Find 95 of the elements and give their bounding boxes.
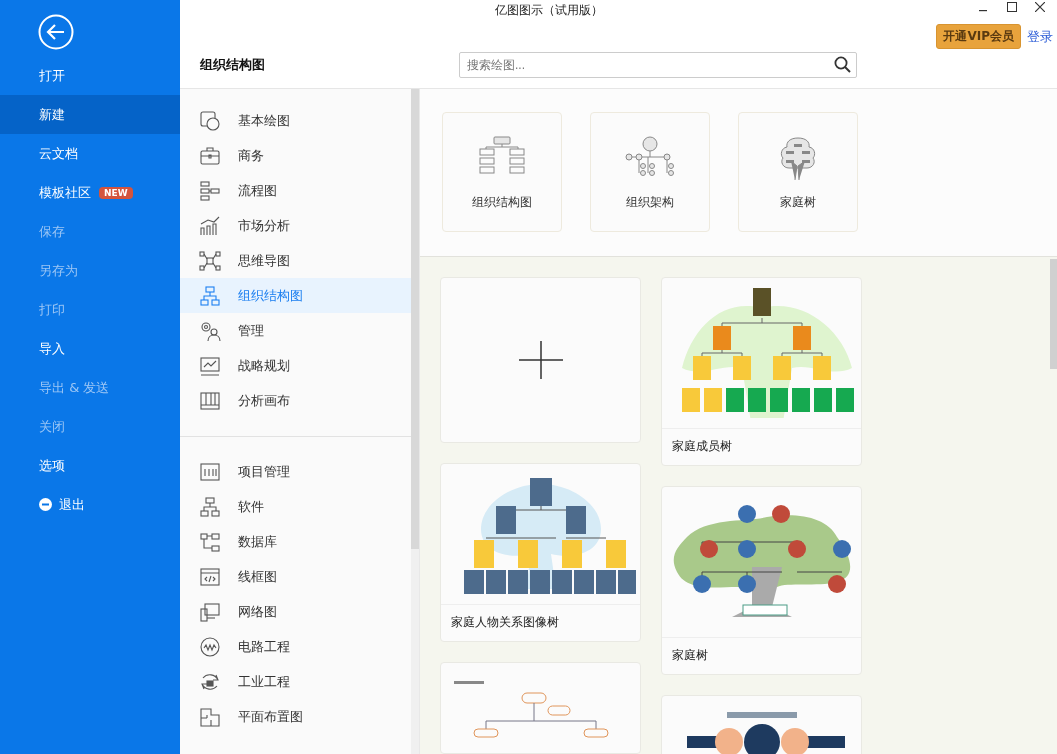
category-label: 战略规划 (238, 356, 290, 375)
category-label: 电路工程 (238, 637, 290, 656)
category-icon (199, 249, 221, 272)
back-icon[interactable] (38, 14, 74, 50)
category-icon (199, 705, 221, 728)
category-item[interactable]: 分析画布 (180, 383, 411, 418)
sidebar-label: 导出 & 发送 (39, 378, 110, 397)
template-card[interactable]: 家庭人物关系图像树 (440, 463, 641, 642)
sidebar-label: 云文档 (39, 144, 78, 163)
category-label: 流程图 (238, 181, 277, 200)
template-type-label: 家庭树 (780, 194, 816, 211)
close-icon[interactable] (1035, 2, 1045, 12)
category-icon (199, 109, 221, 132)
maximize-icon[interactable] (1007, 2, 1017, 12)
category-icon (199, 530, 221, 553)
category-item[interactable]: 平面布置图 (180, 699, 411, 734)
category-label: 数据库 (238, 532, 277, 551)
category-item[interactable]: 组织结构图 (180, 278, 411, 313)
template-type-label: 组织结构图 (472, 194, 532, 211)
template-type-card[interactable]: 组织架构 (590, 112, 710, 232)
category-icon (199, 600, 221, 623)
category-label: 商务 (238, 146, 264, 165)
sidebar-item[interactable]: 导入 (0, 329, 180, 368)
category-label: 工业工程 (238, 672, 290, 691)
category-label: 线框图 (238, 567, 277, 586)
category-label: 思维导图 (238, 251, 290, 270)
template-title: 家庭树 (671, 647, 709, 664)
category-item[interactable]: 思维导图 (180, 243, 411, 278)
sidebar-item[interactable]: 新建 (0, 95, 180, 134)
page-heading: 组织结构图 (200, 56, 266, 74)
plus-icon (518, 341, 563, 379)
template-card[interactable] (661, 695, 862, 754)
sidebar-label: 关闭 (39, 417, 65, 436)
sidebar-label: 模板社区 (39, 183, 91, 202)
category-label: 管理 (238, 321, 264, 340)
sidebar-label: 新建 (39, 105, 65, 124)
sidebar-item[interactable]: 选项 (0, 446, 180, 485)
template-card[interactable]: 家庭成员树 (661, 277, 862, 466)
sidebar-label: 保存 (39, 222, 65, 241)
category-icon (199, 179, 221, 202)
sidebar-item[interactable]: 云文档 (0, 134, 180, 173)
sidebar-item[interactable]: 退出 (0, 485, 180, 524)
minus-circle-icon (39, 498, 52, 511)
category-label: 分析画布 (238, 391, 290, 410)
sidebar-label: 另存为 (39, 261, 78, 280)
category-label: 网络图 (238, 602, 277, 621)
category-item[interactable]: 软件 (180, 489, 411, 524)
window-title: 亿图图示（试用版） (494, 3, 603, 17)
template-type-card[interactable]: 家庭树 (738, 112, 858, 232)
sidebar-label: 选项 (39, 456, 65, 475)
login-link[interactable]: 登录 (1027, 27, 1053, 46)
category-item[interactable]: 项目管理 (180, 454, 411, 489)
category-item[interactable]: 商务 (180, 138, 411, 173)
category-item[interactable]: 战略规划 (180, 348, 411, 383)
template-type-label: 组织架构 (626, 194, 674, 211)
new-badge: NEW (99, 186, 133, 199)
category-item[interactable]: 市场分析 (180, 208, 411, 243)
category-label: 软件 (238, 497, 264, 516)
sidebar-label: 导入 (39, 339, 65, 358)
search-icon[interactable] (834, 56, 851, 73)
category-label: 基本绘图 (238, 111, 290, 130)
category-icon (199, 565, 221, 588)
sidebar-item[interactable]: 打开 (0, 56, 180, 95)
category-icon (199, 284, 221, 307)
category-icon (199, 460, 221, 483)
category-label: 组织结构图 (238, 286, 303, 305)
category-item[interactable]: 数据库 (180, 524, 411, 559)
category-item[interactable]: 线框图 (180, 559, 411, 594)
template-type-card[interactable]: 组织结构图 (442, 112, 562, 232)
scrollbar[interactable] (411, 89, 419, 754)
category-item[interactable]: 管理 (180, 313, 411, 348)
category-icon (199, 144, 221, 167)
category-item[interactable]: 基本绘图 (180, 103, 411, 138)
category-icon (199, 354, 221, 377)
category-item[interactable]: 网络图 (180, 594, 411, 629)
search-field[interactable]: 搜索绘图... (459, 52, 857, 78)
sidebar-item[interactable]: 模板社区 NEW (0, 173, 180, 212)
sidebar-label: 打开 (39, 66, 65, 85)
vip-button[interactable]: 开通VIP会员 (936, 24, 1021, 49)
category-icon (199, 389, 221, 412)
sidebar-label: 打印 (39, 300, 65, 319)
sidebar-label: 退出 (59, 495, 85, 514)
category-label: 平面布置图 (238, 707, 303, 726)
category-icon (199, 319, 221, 342)
category-item[interactable]: 流程图 (180, 173, 411, 208)
template-card[interactable]: 家庭树 (661, 486, 862, 675)
category-label: 项目管理 (238, 462, 290, 481)
category-item[interactable]: 工业工程 (180, 664, 411, 699)
category-item[interactable]: 电路工程 (180, 629, 411, 664)
category-icon (199, 495, 221, 518)
category-icon (199, 214, 221, 237)
template-title: 家庭人物关系图像树 (450, 614, 560, 631)
category-label: 市场分析 (238, 216, 290, 235)
template-title: 家庭成员树 (671, 438, 733, 455)
category-icon (199, 635, 221, 658)
